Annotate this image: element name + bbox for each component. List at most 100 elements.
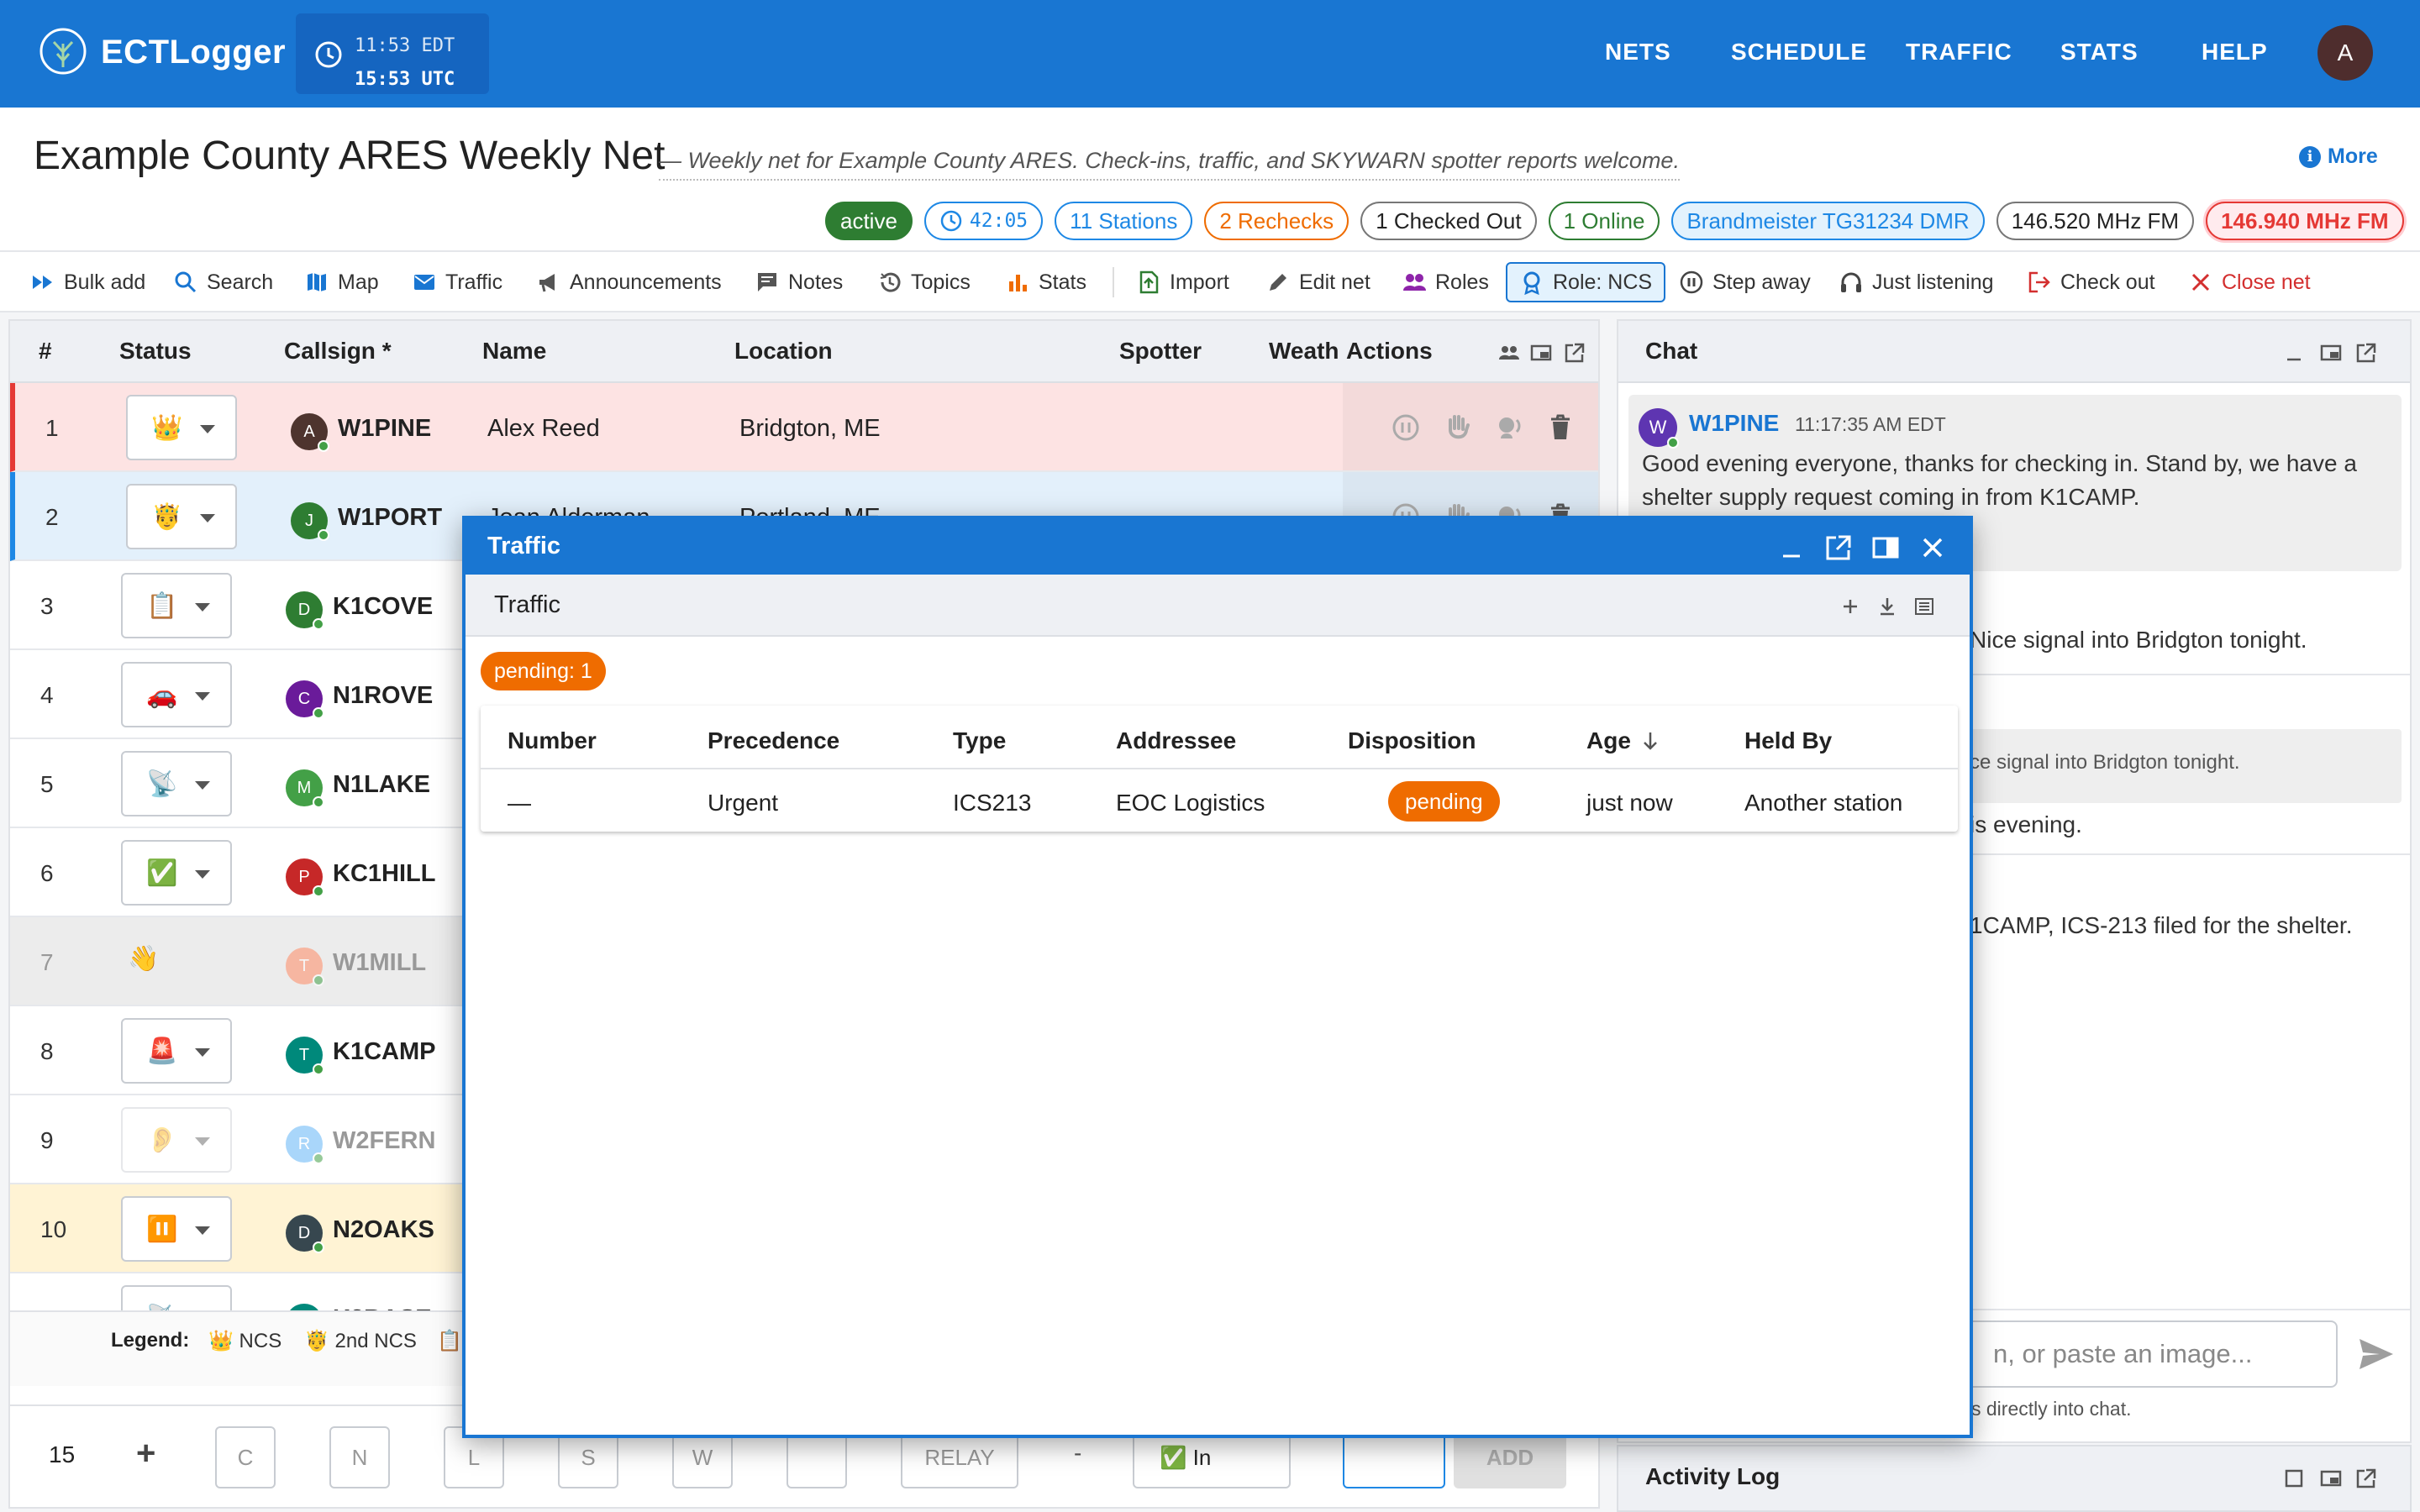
callsign[interactable]: W1PORT [338,504,442,532]
dock-icon[interactable] [2319,341,2343,365]
app-logo-icon[interactable] [39,27,87,76]
people-icon[interactable] [1497,341,1521,365]
status-select[interactable]: 🚨 [121,1018,232,1084]
callsign[interactable]: N1ROVE [333,682,433,710]
status-select[interactable]: ✅ [121,840,232,906]
status-select[interactable]: 🚗 [121,662,232,727]
nav-help[interactable]: HELP [2202,39,2268,66]
col-addressee[interactable]: Addressee [1116,727,1236,754]
check-out-button[interactable]: Check out [2027,262,2155,302]
status-select[interactable]: 🤴 [126,484,237,549]
activity-log-title[interactable]: Activity Log [1645,1463,1780,1490]
nav-schedule[interactable]: SCHEDULE [1731,39,1867,66]
bulk-add-button[interactable]: Bulk add [30,262,145,302]
frequency-chip[interactable]: 146.520 MHz FM [1996,202,2195,240]
stats-button[interactable]: Stats [1005,262,1086,302]
import-button[interactable]: Import [1136,262,1229,302]
status-select[interactable]: 👑 [126,395,237,460]
name-input[interactable]: N [329,1426,390,1488]
open-in-new-icon[interactable] [1823,533,1854,563]
search-button[interactable]: Search [173,262,273,302]
maximize-icon[interactable] [2282,1467,2306,1490]
dock-icon[interactable] [2319,1467,2343,1490]
callsign[interactable]: W1MILL [333,949,426,977]
col-precedence[interactable]: Precedence [708,727,839,754]
topics-button[interactable]: Topics [877,262,971,302]
active-frequency-chip[interactable]: 146.940 MHz FM [2206,202,2404,240]
cell-type[interactable]: ICS213 [953,790,1031,816]
pop-out-icon[interactable] [1563,341,1586,365]
status-select[interactable]: ⏸️ [121,1196,232,1262]
roster-row[interactable]: 1 👑 A W1PINE Alex Reed Bridgton, ME [10,383,1598,472]
col-weather[interactable]: Weath [1269,338,1339,365]
role-ncs-button[interactable]: Role: NCS [1506,262,1666,302]
rechecks-chip[interactable]: 2 Rechecks [1204,202,1349,240]
edit-net-button[interactable]: Edit net [1265,262,1370,302]
operator-location[interactable]: Bridgton, ME [739,415,881,443]
callsign[interactable]: K1COVE [333,593,433,621]
callsign[interactable]: W1PINE [338,415,431,443]
col-held-by[interactable]: Held By [1744,727,1832,754]
status-select[interactable]: 📡 [121,751,232,816]
stations-chip[interactable]: 11 Stations [1055,202,1193,240]
close-net-button[interactable]: Close net [2188,262,2311,302]
checked-out-chip[interactable]: 1 Checked Out [1360,202,1537,240]
dmr-frequency-chip[interactable]: Brandmeister TG31234 DMR [1671,202,1985,240]
raise-hand-icon[interactable] [1442,412,1474,444]
speech-icon[interactable] [1494,412,1526,444]
status-select[interactable]: 👂 [121,1107,232,1173]
user-avatar[interactable]: A [2317,25,2373,81]
pop-out-icon[interactable] [2354,341,2378,365]
delete-icon[interactable] [1544,412,1576,444]
col-number[interactable]: # [39,338,52,365]
col-status[interactable]: Status [119,338,192,365]
col-name[interactable]: Name [482,338,546,365]
message-callsign[interactable]: W1PINE [1689,410,1779,437]
cell-addressee[interactable]: EOC Logistics [1116,790,1265,816]
nav-stats[interactable]: STATS [2060,39,2139,66]
cell-number[interactable]: — [508,790,531,816]
dock-right-icon[interactable] [1870,533,1901,563]
nav-nets[interactable]: NETS [1605,39,1671,66]
pending-filter-chip[interactable]: pending: 1 [481,652,606,690]
minimize-icon[interactable] [2282,341,2306,365]
callsign[interactable]: W2FERN [333,1127,435,1155]
announcements-button[interactable]: Announcements [536,262,722,302]
traffic-dialog-titlebar[interactable]: Traffic [466,519,1970,575]
app-title[interactable]: ECTLogger [101,34,286,71]
col-callsign[interactable]: Callsign * [284,338,392,365]
cell-precedence[interactable]: Urgent [708,790,778,816]
minimize-icon[interactable] [1776,533,1807,563]
notes-button[interactable]: Notes [755,262,843,302]
operator-name[interactable]: Alex Reed [487,415,600,443]
callsign[interactable]: N1LAKE [333,771,430,799]
just-listening-button[interactable]: Just listening [1839,262,1994,302]
pause-circle-icon[interactable] [1390,412,1422,444]
disposition-badge[interactable]: pending [1388,781,1500,822]
pop-out-icon[interactable] [2354,1467,2378,1490]
col-location[interactable]: Location [734,338,833,365]
close-icon[interactable] [1918,533,1948,563]
callsign[interactable]: KC1HILL [333,860,435,888]
col-number[interactable]: Number [508,727,597,754]
online-chip[interactable]: 1 Online [1548,202,1660,240]
callsign[interactable]: N2OAKS [333,1216,434,1244]
col-type[interactable]: Type [953,727,1006,754]
list-icon[interactable] [1912,595,1936,618]
nav-traffic[interactable]: TRAFFIC [1906,39,2012,66]
col-disposition[interactable]: Disposition [1348,727,1476,754]
more-info-button[interactable]: i More [2299,144,2378,169]
minimize-panel-icon[interactable] [1529,341,1553,365]
traffic-button[interactable]: Traffic [412,262,502,302]
add-icon[interactable]: + [136,1435,155,1473]
add-icon[interactable] [1839,595,1862,618]
col-spotter[interactable]: Spotter [1119,338,1202,365]
map-button[interactable]: Map [304,262,379,302]
step-away-button[interactable]: Step away [1679,262,1811,302]
send-icon[interactable] [2356,1334,2396,1374]
callsign[interactable]: K1CAMP [333,1038,435,1066]
callsign-input[interactable]: C [215,1426,276,1488]
status-select[interactable]: 📋 [121,573,232,638]
col-age[interactable]: Age [1586,727,1661,754]
download-icon[interactable] [1876,595,1899,618]
